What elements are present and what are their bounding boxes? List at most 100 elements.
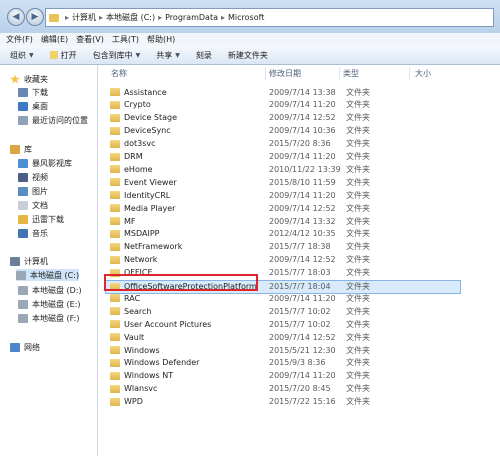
nav-pictures[interactable]: 图片 xyxy=(18,185,48,197)
nav-drive-f-label: 本地磁盘 (F:) xyxy=(32,313,80,323)
file-name: MF xyxy=(124,216,136,226)
organize-button[interactable]: 组织 ▼ xyxy=(10,50,34,61)
folder-icon xyxy=(110,126,120,135)
menu-view[interactable]: 查看(V) xyxy=(76,34,104,45)
file-row[interactable]: eHome 2010/11/22 13:39 文件夹 xyxy=(106,163,460,175)
file-row[interactable]: Windows 2015/5/21 12:30 文件夹 xyxy=(106,344,460,356)
file-row[interactable]: User Account Pictures 2015/7/7 10:02 文件夹 xyxy=(106,318,460,330)
file-name: MSDAIPP xyxy=(124,229,160,239)
file-type: 文件夹 xyxy=(346,293,370,303)
breadcrumb: ▸ 计算机 ▸ 本地磁盘 (C:) ▸ ProgramData ▸ Micros… xyxy=(62,12,264,23)
nav-favorites-label: 收藏夹 xyxy=(24,74,48,84)
file-row[interactable]: MSDAIPP 2012/4/12 10:35 文件夹 xyxy=(106,228,460,240)
column-date[interactable]: 修改日期 xyxy=(269,68,301,79)
nav-favorites[interactable]: 收藏夹 xyxy=(10,73,48,85)
file-name: DRM xyxy=(124,152,143,161)
breadcrumb-computer[interactable]: 计算机 xyxy=(72,12,96,23)
open-button[interactable]: 打开 xyxy=(49,50,77,61)
share-button[interactable]: 共享 ▼ xyxy=(156,50,180,61)
menu-edit[interactable]: 编辑(E) xyxy=(41,34,68,45)
nav-xunlei[interactable]: 迅雷下载 xyxy=(18,213,64,225)
column-divider[interactable] xyxy=(265,67,266,80)
column-size[interactable]: 大小 xyxy=(415,68,431,79)
menu-help[interactable]: 帮助(H) xyxy=(147,34,175,45)
file-date: 2009/7/14 12:52 xyxy=(269,113,336,123)
file-row[interactable]: WPD 2015/7/22 15:16 文件夹 xyxy=(106,396,460,408)
nav-storm[interactable]: 暴风影视库 xyxy=(18,157,72,169)
file-row[interactable]: Windows Defender 2015/9/3 8:36 文件夹 xyxy=(106,357,460,369)
nav-downloads[interactable]: 下载 xyxy=(18,86,48,98)
file-name: Crypto xyxy=(124,100,151,110)
include-in-library-button[interactable]: 包含到库中 ▼ xyxy=(93,50,141,61)
network-icon xyxy=(10,342,20,352)
downloads-icon xyxy=(18,87,28,97)
breadcrumb-drive-c[interactable]: 本地磁盘 (C:) xyxy=(106,12,155,23)
chevron-down-icon: ▼ xyxy=(29,51,34,59)
nav-libraries[interactable]: 库 xyxy=(10,143,32,155)
file-row[interactable]: IdentityCRL 2009/7/14 11:20 文件夹 xyxy=(106,189,460,201)
file-row[interactable]: NetFramework 2015/7/7 18:38 文件夹 xyxy=(106,241,460,253)
nav-drive-c[interactable]: 本地磁盘 (C:) xyxy=(16,269,80,281)
file-row[interactable]: MF 2009/7/14 13:32 文件夹 xyxy=(106,215,460,227)
nav-music[interactable]: 音乐 xyxy=(18,227,48,239)
nav-drive-e-label: 本地磁盘 (E:) xyxy=(32,299,81,309)
file-name: IdentityCRL xyxy=(124,190,171,200)
file-row[interactable]: DeviceSync 2009/7/14 10:36 文件夹 xyxy=(106,125,460,137)
nav-recent-label: 最近访问的位置 xyxy=(32,115,88,125)
breadcrumb-programdata[interactable]: ProgramData xyxy=(165,13,218,22)
folder-icon xyxy=(110,217,120,225)
file-row[interactable]: Search 2015/7/7 10:02 文件夹 xyxy=(106,305,460,317)
file-row[interactable]: Device Stage 2009/7/14 12:52 文件夹 xyxy=(106,112,460,124)
file-row[interactable]: Vault 2009/7/14 12:52 文件夹 xyxy=(106,331,460,343)
file-row[interactable]: Event Viewer 2015/8/10 11:59 文件夹 xyxy=(106,176,460,188)
back-arrow-icon: ◀ xyxy=(12,11,20,22)
library-icon xyxy=(10,144,20,154)
nav-drive-d[interactable]: 本地磁盘 (D:) xyxy=(18,284,82,296)
file-date: 2009/7/14 12:52 xyxy=(269,332,336,342)
breadcrumb-microsoft[interactable]: Microsoft xyxy=(228,13,264,22)
nav-drive-d-label: 本地磁盘 (D:) xyxy=(32,285,82,295)
column-divider[interactable] xyxy=(409,67,410,80)
nav-desktop[interactable]: 桌面 xyxy=(18,100,48,112)
folder-icon xyxy=(110,397,120,406)
file-row[interactable]: Crypto 2009/7/14 11:20 文件夹 xyxy=(106,99,460,111)
file-type: 文件夹 xyxy=(346,126,370,136)
new-folder-button[interactable]: 新建文件夹 xyxy=(228,50,268,61)
navigation-pane: 收藏夹 下载 桌面 最近访问的位置 库 暴风影视库 视频 图片 文档 迅雷下载 … xyxy=(0,65,98,456)
forward-button[interactable]: ▶ xyxy=(26,8,44,26)
address-bar[interactable]: ▸ 计算机 ▸ 本地磁盘 (C:) ▸ ProgramData ▸ Micros… xyxy=(45,8,494,27)
file-row[interactable]: Network 2009/7/14 12:52 文件夹 xyxy=(106,254,460,266)
nav-network[interactable]: 网络 xyxy=(10,341,40,353)
file-date: 2009/7/14 12:52 xyxy=(269,203,336,213)
file-name: Device Stage xyxy=(124,113,178,123)
file-row[interactable]: Assistance 2009/7/14 13:38 文件夹 xyxy=(106,86,460,98)
nav-computer[interactable]: 计算机 xyxy=(10,255,48,267)
file-row[interactable]: Windows NT 2009/7/14 11:20 文件夹 xyxy=(106,370,460,382)
star-icon xyxy=(10,74,20,84)
burn-button[interactable]: 刻录 xyxy=(196,50,212,61)
file-date: 2009/7/14 11:20 xyxy=(269,152,336,161)
file-row[interactable]: dot3svc 2015/7/20 8:36 文件夹 xyxy=(106,138,460,150)
computer-icon xyxy=(10,256,20,266)
file-row[interactable]: Wlansvc 2015/7/20 8:45 文件夹 xyxy=(106,383,460,395)
file-date: 2015/7/22 15:16 xyxy=(269,397,336,407)
file-row[interactable]: DRM 2009/7/14 11:20 文件夹 xyxy=(106,151,460,163)
nav-drive-f[interactable]: 本地磁盘 (F:) xyxy=(18,312,79,324)
menu-tools[interactable]: 工具(T) xyxy=(112,34,139,45)
file-name: User Account Pictures xyxy=(124,319,212,329)
back-button[interactable]: ◀ xyxy=(7,8,25,26)
column-type[interactable]: 类型 xyxy=(343,68,359,79)
recent-places-icon xyxy=(18,115,28,125)
nav-videos[interactable]: 视频 xyxy=(18,171,48,183)
file-row[interactable]: Media Player 2009/7/14 12:52 文件夹 xyxy=(106,202,460,214)
menu-file[interactable]: 文件(F) xyxy=(6,34,33,45)
column-divider[interactable] xyxy=(339,67,340,80)
nav-recent[interactable]: 最近访问的位置 xyxy=(18,114,88,126)
file-type: 文件夹 xyxy=(346,384,370,394)
file-date: 2015/7/7 18:03 xyxy=(269,268,331,278)
desktop-icon xyxy=(18,101,28,111)
nav-documents[interactable]: 文档 xyxy=(18,199,48,211)
column-name[interactable]: 名称 xyxy=(111,68,127,79)
nav-drive-e[interactable]: 本地磁盘 (E:) xyxy=(18,298,81,310)
file-row[interactable]: RAC 2009/7/14 11:20 文件夹 xyxy=(106,292,460,304)
